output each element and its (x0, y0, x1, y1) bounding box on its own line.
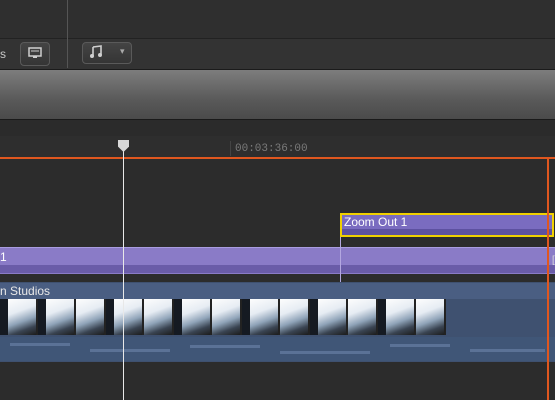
title-clip-bar (342, 229, 552, 235)
waveform-segment (280, 351, 370, 354)
filmstrip-frame (318, 299, 348, 335)
filmstrip-frame (348, 299, 378, 335)
filmstrip-frame (144, 299, 174, 335)
filmstrip-frame (310, 299, 318, 335)
filmstrip-frame (38, 299, 46, 335)
filmstrip-frame (280, 299, 310, 335)
filmstrip-frame (46, 299, 76, 335)
ruler-timecode: 00:03:36:00 (235, 143, 308, 155)
filmstrip-frame (174, 299, 182, 335)
toolbar-partial-label: s (0, 47, 6, 61)
viewer-divider-band (0, 70, 555, 120)
monitor-icon (28, 46, 42, 62)
ruler-tick (230, 141, 231, 156)
filmstrip-frame (416, 299, 446, 335)
band-border (0, 119, 555, 120)
waveform-segment (90, 349, 170, 352)
filmstrip-frame (212, 299, 242, 335)
waveform-segment (470, 349, 545, 352)
video-clip-header (0, 283, 555, 299)
filmstrip-frame (250, 299, 280, 335)
timeline-area[interactable] (0, 159, 555, 400)
filmstrip-frame (182, 299, 212, 335)
title-clip-label: Zoom Out 1 (344, 215, 408, 229)
audio-waveform (0, 337, 555, 361)
filmstrip-frame (386, 299, 416, 335)
toolbar-top (0, 0, 555, 38)
storyline-clip-strip (0, 265, 555, 273)
clip-appearance-button[interactable] (20, 42, 50, 66)
filmstrip-frame (106, 299, 114, 335)
filmstrip-frame (378, 299, 386, 335)
chevron-down-icon[interactable]: ▾ (120, 46, 125, 57)
waveform-segment (190, 345, 260, 348)
waveform-segment (390, 344, 450, 347)
waveform-segment (10, 343, 70, 346)
filmstrip-frame (242, 299, 250, 335)
playhead-line[interactable] (123, 151, 124, 400)
filmstrip-frame (8, 299, 38, 335)
storyline-clip-label: 1 (0, 250, 7, 264)
video-filmstrip (0, 299, 555, 335)
video-clip-label: n Studios (0, 284, 51, 298)
filmstrip-frame (0, 299, 8, 335)
filmstrip-frame (114, 299, 144, 335)
music-note-icon (89, 44, 103, 62)
skimmer-line (547, 159, 549, 400)
toolbar-separator (67, 0, 68, 68)
filmstrip-frame (76, 299, 106, 335)
clip-end-marker: [ (552, 255, 555, 266)
